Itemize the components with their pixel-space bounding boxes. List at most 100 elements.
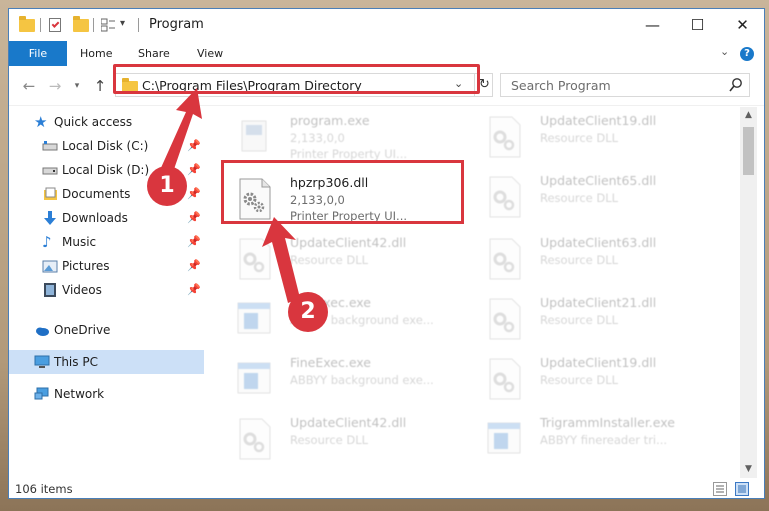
tab-home[interactable]: Home xyxy=(80,41,112,66)
file-item[interactable]: TrigrammInstaller.exe ABBYY finereader t… xyxy=(476,411,726,467)
close-button[interactable]: ✕ xyxy=(720,9,764,41)
window-title: Program xyxy=(149,17,204,32)
sidebar-item-onedrive[interactable]: OneDrive xyxy=(9,318,204,342)
explorer-window: ▾ Program — ☐ ✕ File Home Share View ⌄ ?… xyxy=(8,8,765,499)
sidebar-item-network[interactable]: Network xyxy=(9,382,204,406)
download-icon xyxy=(42,210,58,226)
address-history-chevron-icon[interactable]: ⌄ xyxy=(454,77,463,90)
scroll-up-arrow-icon[interactable]: ▲ xyxy=(740,107,757,124)
ribbon-tabs: File Home Share View ⌄ ? xyxy=(9,41,764,66)
step-badge-1: 1 xyxy=(147,166,187,206)
exe-icon xyxy=(241,120,267,152)
sidebar-item-label: Videos xyxy=(62,283,102,297)
file-name: UpdateClient19.dll xyxy=(540,113,657,128)
back-arrow-icon[interactable]: ← xyxy=(21,78,37,94)
drive-icon xyxy=(42,162,58,178)
file-detail: Resource DLL xyxy=(540,313,619,327)
file-detail: Resource DLL xyxy=(540,131,619,145)
dll-gear-icon xyxy=(239,238,271,280)
file-item[interactable]: UpdateClient19.dll Resource DLL xyxy=(476,351,726,407)
file-description: Printer Property UI... xyxy=(290,209,408,223)
sidebar-item-music[interactable]: ♪ Music 📌 xyxy=(9,230,204,254)
file-item-hpzrp306-dll[interactable]: hpzrp306.dll 2,133,0,0 Printer Property … xyxy=(226,171,476,227)
music-icon: ♪ xyxy=(42,233,52,251)
file-detail: Resource DLL xyxy=(290,433,369,447)
exe-window-icon xyxy=(237,362,271,394)
vertical-scrollbar[interactable]: ▲ ▼ xyxy=(740,107,757,478)
sidebar-item-label: This PC xyxy=(54,355,98,369)
search-icon[interactable] xyxy=(729,77,743,93)
file-item[interactable]: UpdateClient42.dll Resource DLL xyxy=(226,231,476,287)
pin-icon[interactable]: 📌 xyxy=(187,139,201,152)
sidebar-item-pictures[interactable]: Pictures 📌 xyxy=(9,254,204,278)
file-detail: 2,133,0,0 xyxy=(290,131,345,145)
search-input[interactable]: Search Program xyxy=(511,78,611,93)
dll-gear-icon xyxy=(239,418,271,460)
dll-gear-icon xyxy=(489,176,521,218)
recent-locations-chevron-icon[interactable]: ▾ xyxy=(69,78,85,94)
exe-window-icon xyxy=(237,302,271,334)
file-version: 2,133,0,0 xyxy=(290,193,345,207)
address-path[interactable]: C:\Program Files\Program Directory xyxy=(142,78,362,93)
file-name: UpdateClient21.dll xyxy=(540,295,657,310)
sidebar-item-videos[interactable]: Videos 📌 xyxy=(9,278,204,302)
file-detail: ABBYY finereader tri... xyxy=(540,433,668,447)
pin-icon[interactable]: 📌 xyxy=(187,283,201,296)
details-view-icon[interactable] xyxy=(713,482,727,496)
divider xyxy=(138,18,139,32)
tab-share[interactable]: Share xyxy=(138,41,170,66)
file-name: UpdateClient65.dll xyxy=(540,173,657,188)
dll-gear-icon xyxy=(239,178,271,220)
refresh-icon[interactable]: ↻ xyxy=(474,74,494,96)
search-box[interactable]: Search Program xyxy=(500,73,750,97)
divider xyxy=(40,18,41,32)
file-item[interactable]: FineExec.exe ABBYY background exe... xyxy=(226,351,476,407)
scrollbar-thumb[interactable] xyxy=(743,127,754,175)
file-item[interactable]: UpdateClient19.dll Resource DLL xyxy=(476,109,726,165)
address-bar[interactable]: C:\Program Files\Program Directory ⌄ ↻ xyxy=(115,73,493,97)
navigation-pane: ★ Quick access Local Disk (C:) 📌 Local D… xyxy=(9,107,204,478)
sidebar-item-label: Quick access xyxy=(54,115,133,129)
navigation-bar: ← → ▾ ↑ C:\Program Files\Program Directo… xyxy=(9,66,764,106)
minimize-button[interactable]: — xyxy=(630,9,675,41)
sidebar-item-local-disk-c[interactable]: Local Disk (C:) 📌 xyxy=(9,134,204,158)
tab-file[interactable]: File xyxy=(9,41,67,66)
properties-icon[interactable] xyxy=(49,18,61,32)
sidebar-item-label: Local Disk (C:) xyxy=(62,139,149,153)
maximize-button[interactable]: ☐ xyxy=(675,9,720,41)
sidebar-item-label: Local Disk (D:) xyxy=(62,163,150,177)
quick-access-toolbar-icon[interactable] xyxy=(100,18,115,32)
file-item[interactable]: UpdateClient42.dll Resource DLL xyxy=(226,411,476,467)
folder-icon xyxy=(19,16,35,32)
pin-icon[interactable]: 📌 xyxy=(187,235,201,248)
star-icon: ★ xyxy=(34,113,48,131)
sidebar-item-label: Network xyxy=(54,387,105,401)
file-detail: Resource DLL xyxy=(290,253,369,267)
file-item[interactable]: UpdateClient21.dll Resource DLL xyxy=(476,291,726,347)
file-item[interactable]: UpdateClient63.dll Resource DLL xyxy=(476,231,726,287)
pin-icon[interactable]: 📌 xyxy=(187,259,201,272)
file-item[interactable]: FineExec.exe ABBYY background exe... xyxy=(226,291,476,347)
help-icon[interactable]: ? xyxy=(740,47,754,61)
up-arrow-icon[interactable]: ↑ xyxy=(92,78,108,94)
sidebar-item-this-pc[interactable]: This PC xyxy=(9,350,204,374)
file-detail: Resource DLL xyxy=(540,373,619,387)
pin-icon[interactable]: 📌 xyxy=(187,187,201,200)
customize-toolbar-chevron-icon[interactable]: ▾ xyxy=(120,18,125,29)
step-badge-2: 2 xyxy=(288,292,328,332)
title-bar: ▾ Program — ☐ ✕ xyxy=(9,9,764,41)
pin-icon[interactable]: 📌 xyxy=(187,163,201,176)
file-item[interactable]: UpdateClient65.dll Resource DLL xyxy=(476,169,726,225)
network-icon xyxy=(34,386,50,402)
large-icons-view-icon[interactable] xyxy=(735,482,749,496)
file-item[interactable]: program.exe 2,133,0,0 Printer Property U… xyxy=(226,109,476,165)
sidebar-item-downloads[interactable]: Downloads 📌 xyxy=(9,206,204,230)
new-folder-icon[interactable] xyxy=(73,16,89,32)
forward-arrow-icon[interactable]: → xyxy=(47,78,63,94)
sidebar-item-quick-access[interactable]: ★ Quick access xyxy=(9,110,204,134)
expand-ribbon-chevron-icon[interactable]: ⌄ xyxy=(720,45,729,58)
pin-icon[interactable]: 📌 xyxy=(187,211,201,224)
scroll-down-arrow-icon[interactable]: ▼ xyxy=(740,461,757,478)
file-name: FineExec.exe xyxy=(290,355,371,370)
tab-view[interactable]: View xyxy=(197,41,223,66)
